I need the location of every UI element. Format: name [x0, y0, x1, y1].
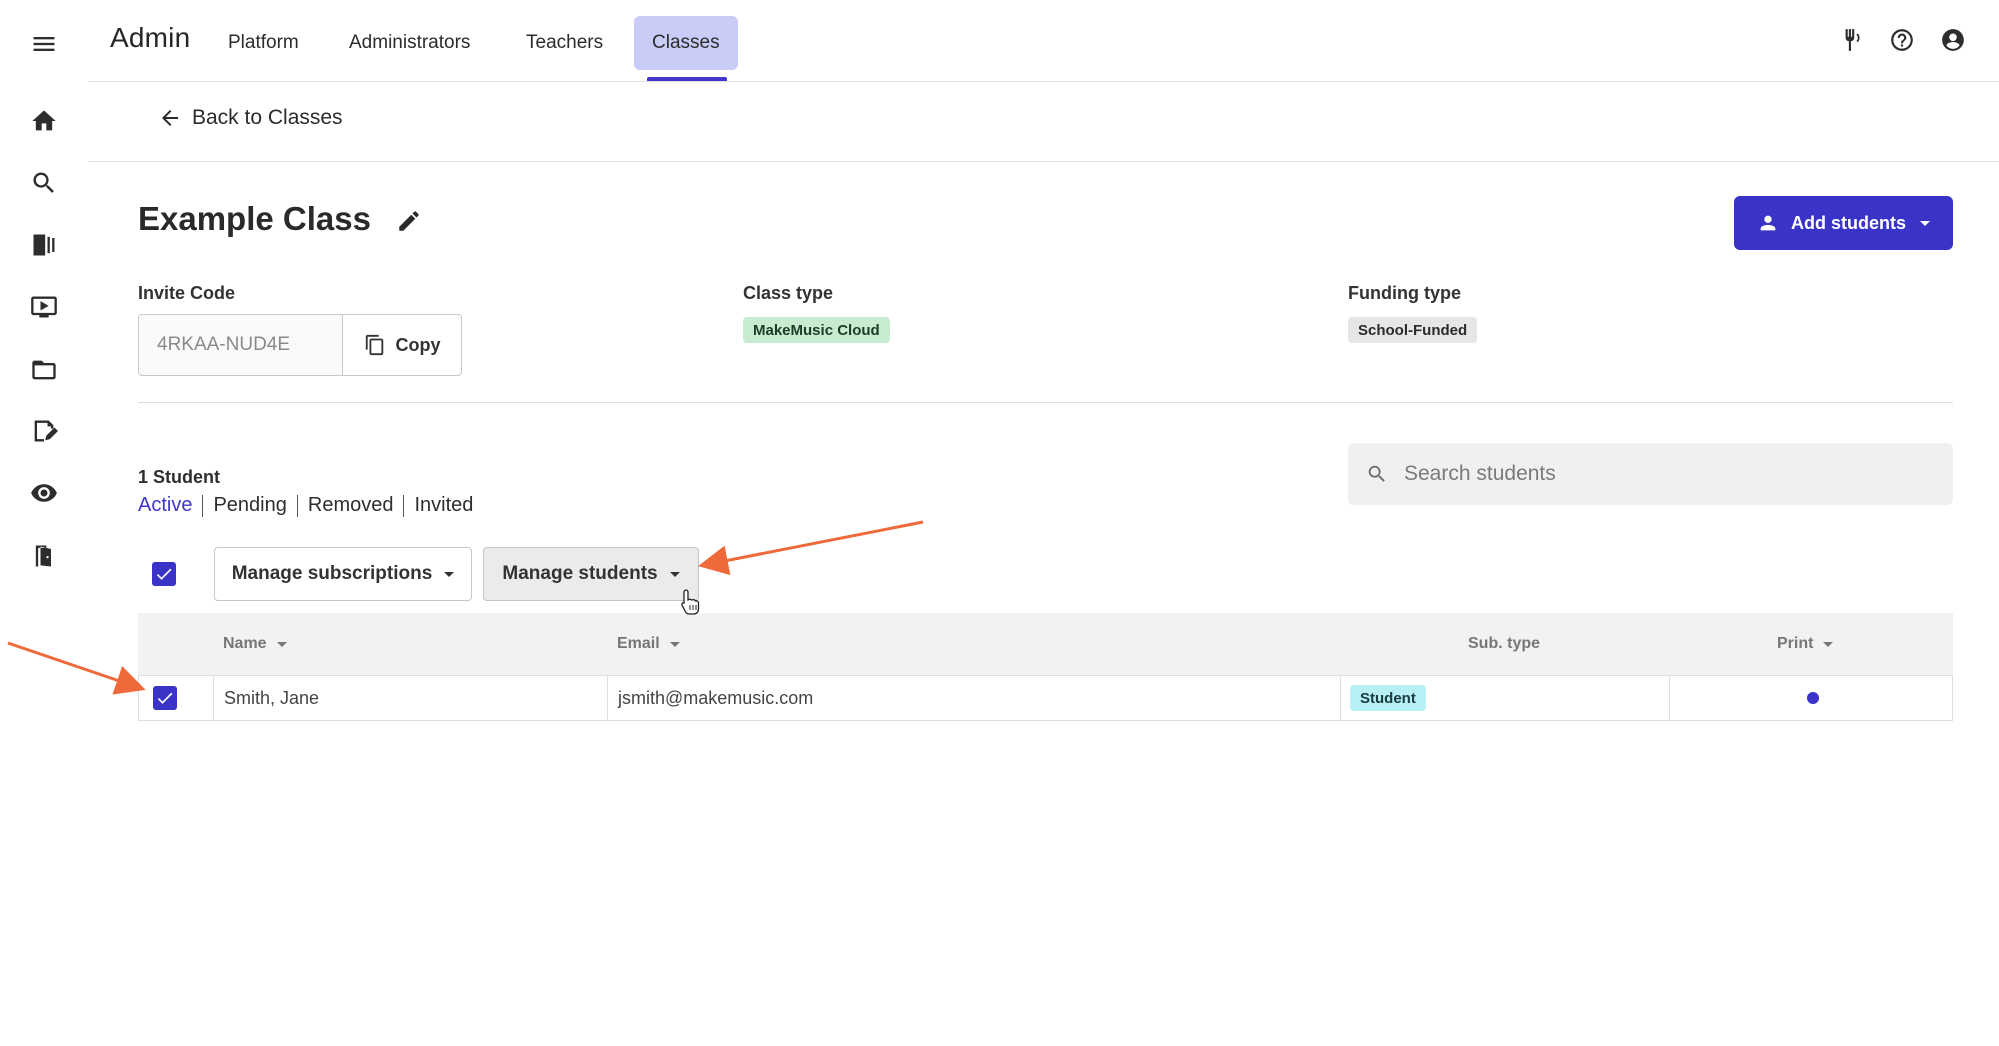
search-box: [1348, 443, 1953, 505]
column-print[interactable]: Print: [1777, 635, 1834, 653]
top-bar: Admin Platform Administrators Teachers C…: [88, 0, 1999, 82]
check-icon: [157, 692, 173, 704]
invite-code-label: Invite Code: [138, 283, 236, 303]
app-title: Admin: [110, 22, 191, 53]
menu-icon[interactable]: [24, 24, 64, 64]
column-name[interactable]: Name: [223, 635, 287, 653]
search-icon: [1368, 465, 1385, 482]
filter-separator: [296, 494, 298, 517]
tab-administrators[interactable]: Administrators: [331, 16, 488, 70]
hand-cursor-icon: [681, 589, 700, 615]
select-all-checkbox[interactable]: [152, 562, 176, 586]
eye-icon[interactable]: [24, 473, 64, 513]
manage-students-dropdown[interactable]: Manage students: [483, 547, 699, 601]
manage-students-label: Manage students: [502, 563, 658, 584]
filter-pending[interactable]: Pending: [213, 494, 286, 517]
column-email[interactable]: Email: [617, 635, 680, 653]
cell-divider: [1340, 676, 1341, 720]
sub-type-badge: Student: [1350, 685, 1426, 711]
chevron-down-icon: [669, 571, 680, 577]
page-title: Example Class: [138, 200, 371, 237]
filter-separator: [202, 494, 204, 517]
video-icon[interactable]: [24, 287, 64, 327]
filter-removed[interactable]: Removed: [308, 494, 394, 517]
left-rail: [0, 0, 88, 1046]
sort-icon: [1823, 641, 1834, 647]
print-indicator-dot: [1807, 692, 1819, 704]
edit-icon[interactable]: [396, 208, 426, 238]
invite-code-group: 4RKAA-NUD4E Copy: [138, 314, 462, 376]
cell-divider: [607, 676, 608, 720]
sort-icon: [276, 641, 287, 647]
tab-platform[interactable]: Platform: [210, 16, 317, 70]
column-name-label: Name: [223, 635, 267, 652]
table-header: Name Email Sub. type Print: [138, 613, 1953, 675]
active-tab-indicator: [647, 77, 727, 81]
account-icon[interactable]: [1935, 22, 1971, 58]
home-icon[interactable]: [24, 101, 64, 141]
copy-button[interactable]: Copy: [343, 315, 461, 375]
cell-divider: [213, 676, 214, 720]
tab-teachers[interactable]: Teachers: [508, 16, 621, 70]
copy-label: Copy: [395, 334, 441, 355]
add-students-label: Add students: [1791, 212, 1906, 233]
manage-subscriptions-dropdown[interactable]: Manage subscriptions: [214, 547, 472, 601]
student-email: jsmith@makemusic.com: [618, 687, 814, 708]
filter-active[interactable]: Active: [138, 494, 192, 517]
student-filters: Active Pending Removed Invited: [138, 494, 473, 517]
assignment-icon[interactable]: [24, 411, 64, 451]
student-count: 1 Student: [138, 467, 221, 487]
search-icon[interactable]: [24, 163, 64, 203]
row-checkbox[interactable]: [153, 686, 177, 710]
filter-invited[interactable]: Invited: [414, 494, 473, 517]
back-to-classes-link[interactable]: Back to Classes: [158, 106, 343, 130]
copy-icon: [365, 334, 383, 356]
help-icon[interactable]: [1884, 22, 1920, 58]
chevron-down-icon: [1920, 220, 1930, 226]
class-type-badge: MakeMusic Cloud: [743, 317, 890, 343]
manage-subscriptions-label: Manage subscriptions: [231, 563, 433, 584]
library-icon[interactable]: [24, 225, 64, 265]
column-email-label: Email: [617, 635, 660, 652]
filter-separator: [403, 494, 405, 517]
chevron-down-icon: [444, 571, 455, 577]
cell-divider: [1669, 676, 1670, 720]
table-row[interactable]: Smith, Jane jsmith@makemusic.com Student: [138, 675, 1953, 721]
back-label: Back to Classes: [192, 106, 343, 129]
section-divider: [138, 402, 1953, 403]
person-icon: [1760, 215, 1776, 231]
tuner-icon[interactable]: [1833, 22, 1869, 58]
exit-icon[interactable]: [24, 536, 64, 576]
funding-type-label: Funding type: [1348, 283, 1461, 303]
tab-classes[interactable]: Classes: [634, 16, 738, 70]
column-sub-type: Sub. type: [1468, 635, 1540, 653]
funding-type-badge: School-Funded: [1348, 317, 1478, 343]
class-type-label: Class type: [743, 283, 834, 303]
search-input[interactable]: [1404, 462, 1904, 486]
column-sub-type-label: Sub. type: [1468, 635, 1541, 652]
column-print-label: Print: [1777, 635, 1814, 652]
student-name: Smith, Jane: [224, 687, 320, 708]
invite-code-field[interactable]: 4RKAA-NUD4E: [139, 315, 343, 375]
add-students-button[interactable]: Add students: [1734, 196, 1953, 250]
annotation-arrow-manage-students: [698, 520, 924, 576]
arrow-left-icon: [162, 110, 178, 126]
folder-icon[interactable]: [24, 350, 64, 390]
sort-icon: [669, 641, 680, 647]
sub-header: Back to Classes: [88, 82, 1999, 162]
check-icon: [156, 568, 172, 580]
